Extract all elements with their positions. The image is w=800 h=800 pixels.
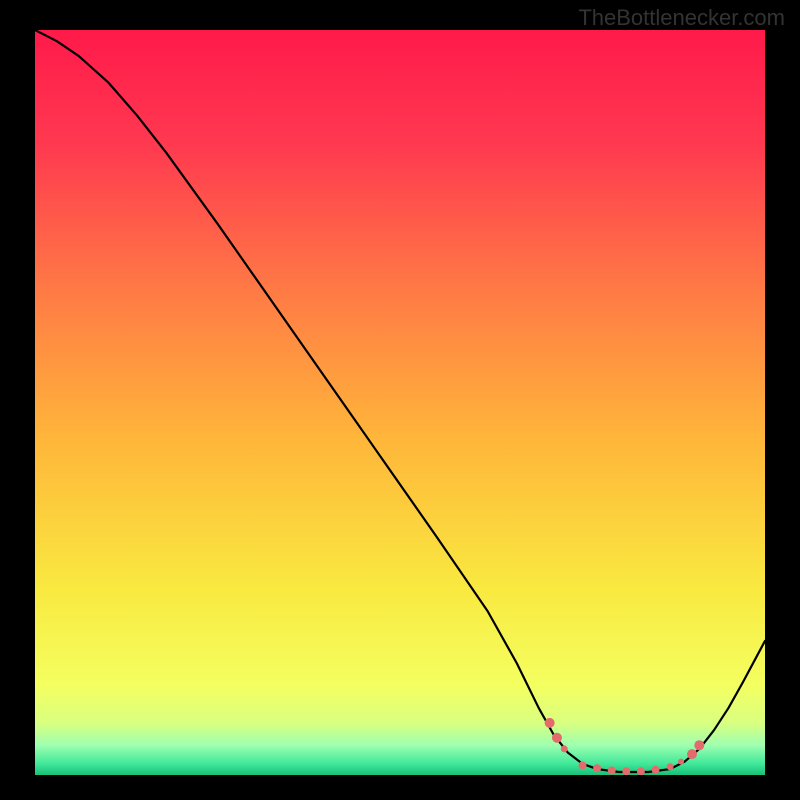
chart-marker	[694, 740, 704, 750]
chart-marker	[667, 763, 674, 770]
chart-marker	[678, 759, 684, 765]
chart-marker	[579, 761, 587, 769]
chart-marker	[552, 733, 562, 743]
chart-marker	[637, 767, 645, 775]
chart-container: TheBottlenecker.com	[0, 0, 800, 800]
chart-background	[35, 30, 765, 775]
chart-marker	[652, 766, 660, 774]
chart-marker	[608, 767, 616, 775]
chart-marker	[622, 767, 630, 775]
chart-svg	[35, 30, 765, 775]
chart-marker	[545, 718, 555, 728]
chart-marker	[687, 749, 697, 759]
chart-marker	[561, 745, 568, 752]
watermark-label: TheBottlenecker.com	[578, 5, 785, 31]
chart-marker	[593, 764, 601, 772]
